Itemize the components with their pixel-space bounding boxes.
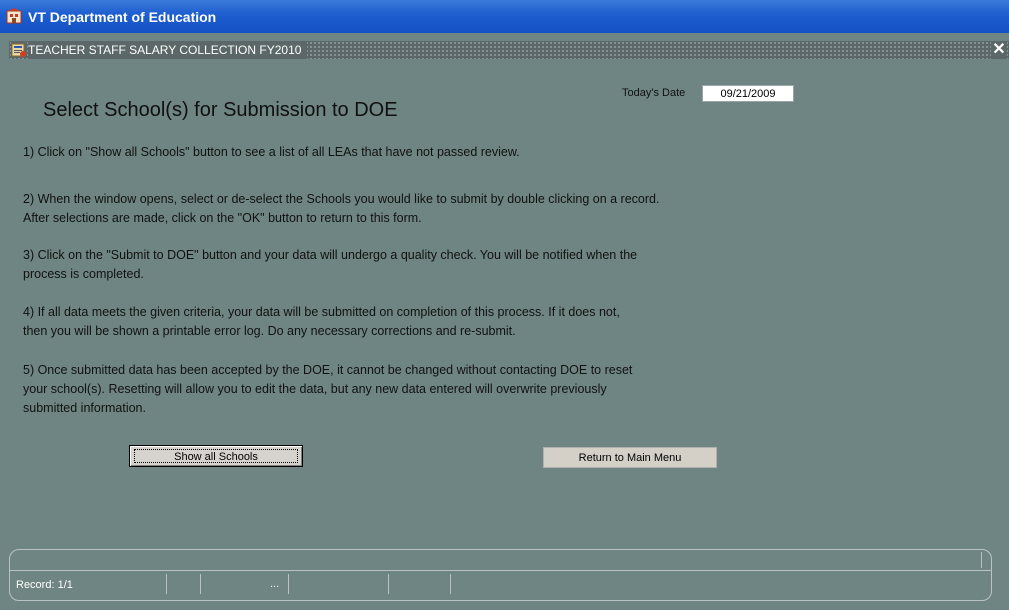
status-separator [200, 574, 201, 594]
instruction-line: 5) Once submitted data has been accepted… [23, 363, 633, 377]
todays-date-field[interactable]: 09/21/2009 [702, 85, 794, 102]
return-to-main-menu-button[interactable]: Return to Main Menu [543, 447, 717, 468]
instruction-line: submitted information. [23, 401, 146, 415]
instruction-line: 4) If all data meets the given criteria,… [23, 305, 620, 319]
instruction-line: 2) When the window opens, select or de-s… [23, 192, 660, 206]
status-separator [166, 574, 167, 594]
app-titlebar[interactable]: VT Department of Education [0, 0, 1009, 33]
record-indicator: Record: 1/1 [16, 579, 73, 591]
instruction-3: 3) Click on the "Submit to DOE" button a… [23, 246, 637, 284]
status-bar: Record: 1/1 ... [9, 549, 992, 601]
instruction-line: 3) Click on the "Submit to DOE" button a… [23, 248, 638, 262]
status-divider [10, 570, 991, 571]
instruction-5: 5) Once submitted data has been accepted… [23, 361, 632, 418]
instruction-line: After selections are made, click on the … [23, 211, 422, 225]
instruction-2: 2) When the window opens, select or de-s… [23, 190, 659, 228]
form-area: Select School(s) for Submission to DOE T… [9, 59, 1009, 610]
instruction-line: 1) Click on "Show all Schools" button to… [23, 145, 520, 159]
show-all-schools-label: Show all Schools [134, 449, 298, 463]
page-title: Select School(s) for Submission to DOE [43, 99, 398, 121]
show-all-schools-button[interactable]: Show all Schools [129, 445, 303, 467]
status-separator [450, 574, 451, 594]
instruction-1: 1) Click on "Show all Schools" button to… [23, 143, 520, 162]
form-icon [11, 42, 27, 58]
instruction-line: your school(s). Resetting will allow you… [23, 382, 607, 396]
instruction-4: 4) If all data meets the given criteria,… [23, 303, 620, 341]
status-ellipsis: ... [270, 578, 280, 590]
app-title: VT Department of Education [28, 9, 217, 25]
instruction-line: then you will be shown a printable error… [23, 324, 516, 338]
doe-app-icon [6, 8, 22, 24]
instruction-line: process is completed. [23, 267, 144, 281]
close-icon[interactable]: ✕ [991, 41, 1007, 59]
form-titlebar[interactable]: TEACHER STAFF SALARY COLLECTION FY2010 ✕ [9, 41, 1009, 59]
status-separator [388, 574, 389, 594]
status-separator [288, 574, 289, 594]
form-title: TEACHER STAFF SALARY COLLECTION FY2010 [28, 41, 308, 59]
todays-date-label: Today's Date [622, 87, 686, 99]
status-endcap [981, 552, 985, 568]
